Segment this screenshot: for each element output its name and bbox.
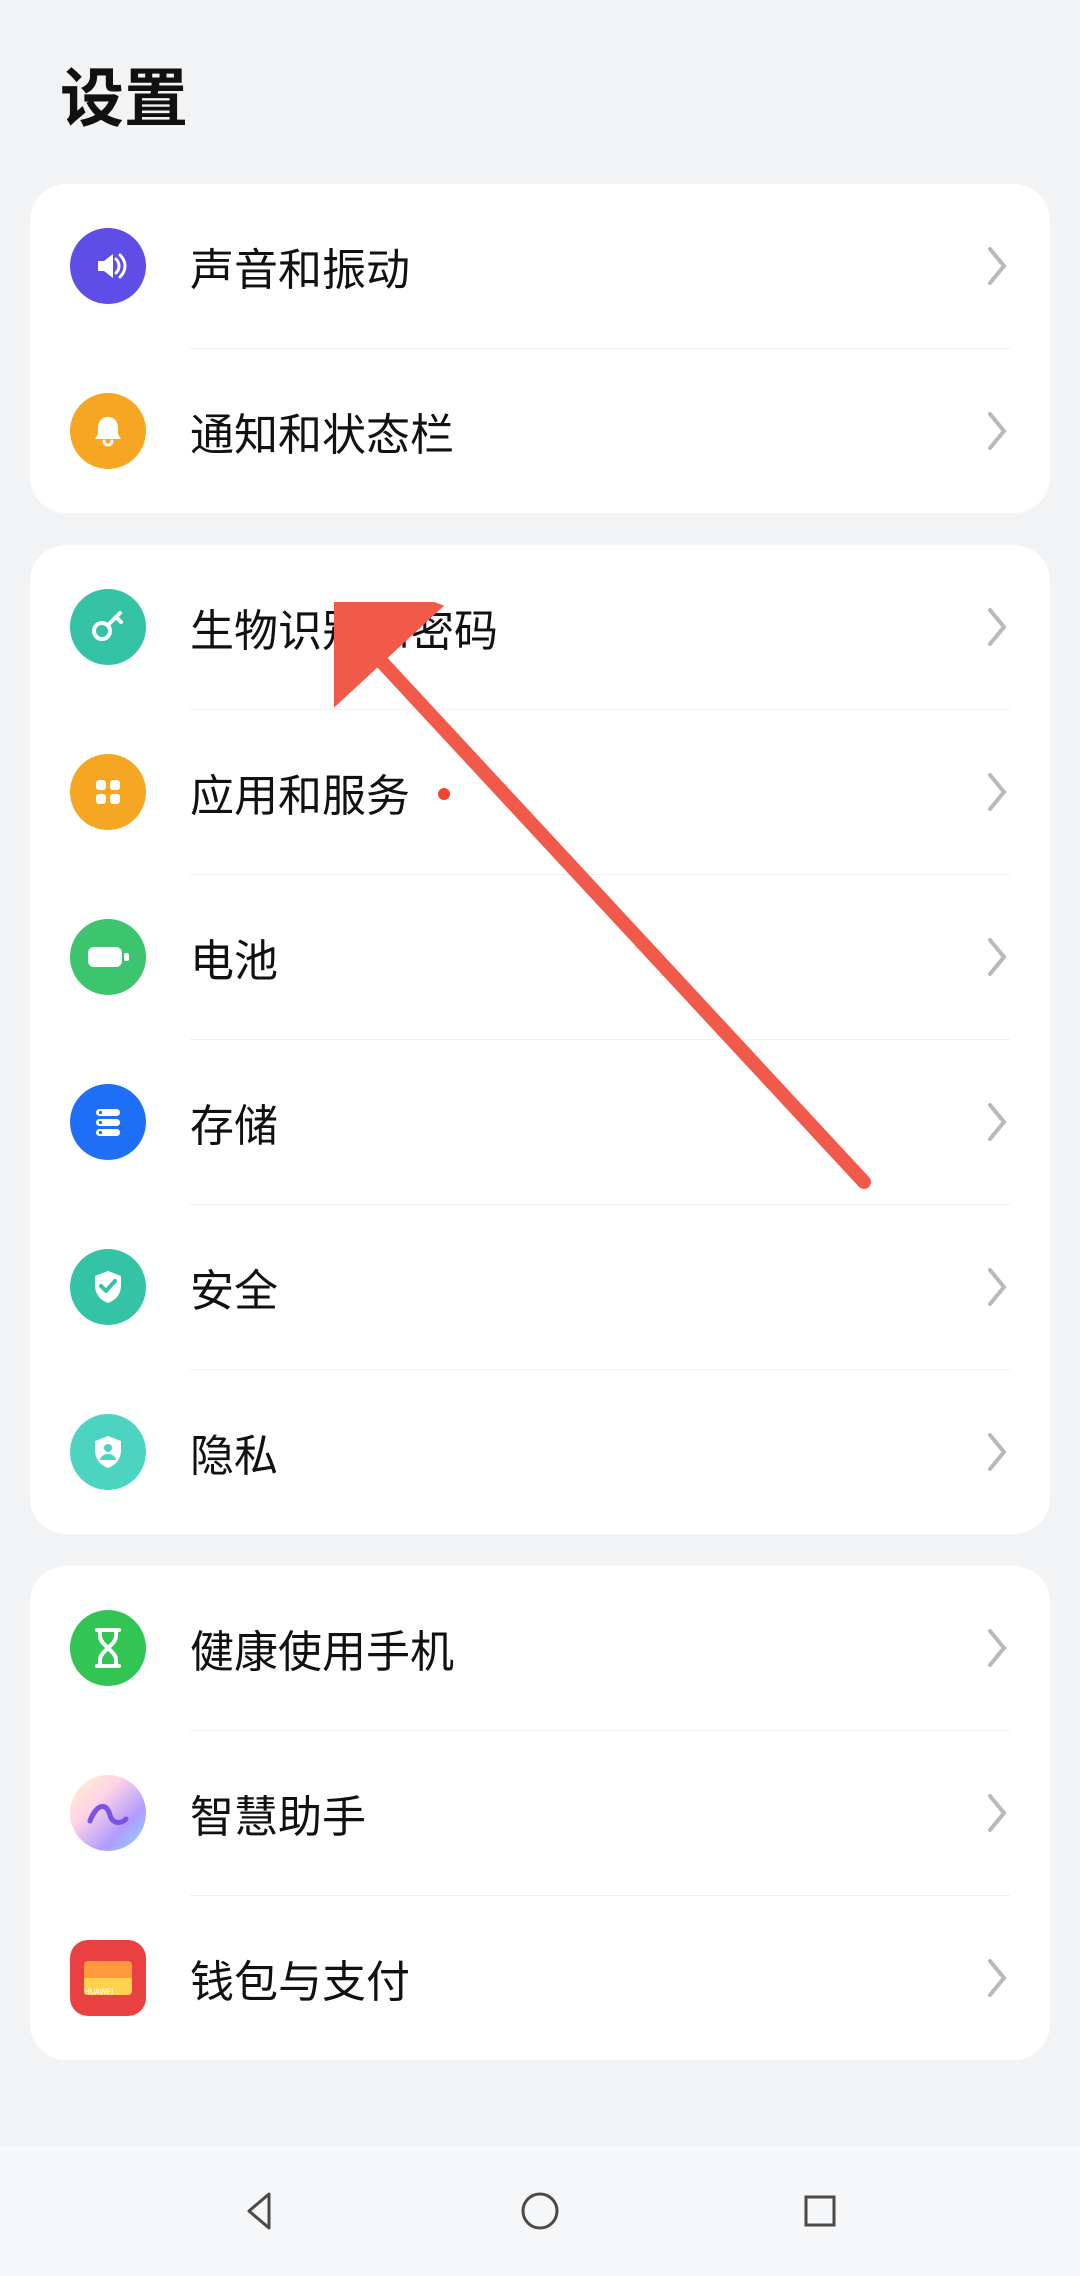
- row-storage-label: 存储: [190, 1090, 278, 1154]
- row-battery-label: 电池: [190, 925, 278, 989]
- nav-recent-button[interactable]: [775, 2166, 865, 2256]
- row-storage[interactable]: 存储: [30, 1040, 1050, 1204]
- assistant-icon: [70, 1775, 146, 1851]
- shield-check-icon: [70, 1249, 146, 1325]
- row-assist[interactable]: 智慧助手: [30, 1731, 1050, 1895]
- row-notify-label: 通知和状态栏: [190, 399, 454, 463]
- row-notify[interactable]: 通知和状态栏: [30, 349, 1050, 513]
- system-nav-bar: [0, 2146, 1080, 2276]
- row-biometrics[interactable]: 生物识别和密码: [30, 545, 1050, 709]
- wallet-icon: HUAWEI: [70, 1940, 146, 2016]
- row-apps[interactable]: 应用和服务: [30, 710, 1050, 874]
- row-assist-label: 智慧助手: [190, 1781, 366, 1845]
- row-apps-label: 应用和服务: [190, 760, 410, 824]
- row-sound[interactable]: 声音和振动: [30, 184, 1050, 348]
- page-title: 设置: [0, 0, 1080, 184]
- chevron-right-icon: [986, 936, 1010, 978]
- row-wallet-label: 钱包与支付: [190, 1946, 410, 2010]
- storage-icon: [70, 1084, 146, 1160]
- battery-icon: [70, 919, 146, 995]
- chevron-right-icon: [986, 1266, 1010, 1308]
- row-security-label: 安全: [190, 1255, 278, 1319]
- row-privacy[interactable]: 隐私: [30, 1370, 1050, 1534]
- row-biometrics-label: 生物识别和密码: [190, 595, 498, 659]
- chevron-right-icon: [986, 1101, 1010, 1143]
- row-wallet[interactable]: HUAWEI 钱包与支付: [30, 1896, 1050, 2060]
- chevron-right-icon: [986, 245, 1010, 287]
- badge-dot: [438, 788, 450, 800]
- key-icon: [70, 589, 146, 665]
- nav-back-button[interactable]: [215, 2166, 305, 2256]
- apps-icon: [70, 754, 146, 830]
- sound-icon: [70, 228, 146, 304]
- nav-home-button[interactable]: [495, 2166, 585, 2256]
- chevron-right-icon: [986, 1627, 1010, 1669]
- chevron-right-icon: [986, 1792, 1010, 1834]
- row-digital[interactable]: 健康使用手机: [30, 1566, 1050, 1730]
- settings-group-1: 声音和振动 通知和状态栏: [30, 184, 1050, 513]
- row-digital-label: 健康使用手机: [190, 1616, 454, 1680]
- row-privacy-label: 隐私: [190, 1420, 278, 1484]
- chevron-right-icon: [986, 1957, 1010, 1999]
- wallet-brand-label: HUAWEI: [84, 1985, 113, 1997]
- chevron-right-icon: [986, 1431, 1010, 1473]
- row-battery[interactable]: 电池: [30, 875, 1050, 1039]
- hourglass-icon: [70, 1610, 146, 1686]
- row-sound-label: 声音和振动: [190, 234, 410, 298]
- bell-icon: [70, 393, 146, 469]
- chevron-right-icon: [986, 606, 1010, 648]
- shield-user-icon: [70, 1414, 146, 1490]
- chevron-right-icon: [986, 410, 1010, 452]
- settings-group-2: 生物识别和密码 应用和服务 电池: [30, 545, 1050, 1534]
- row-security[interactable]: 安全: [30, 1205, 1050, 1369]
- settings-group-3: 健康使用手机 智慧助手 HUAWEI 钱包与支付: [30, 1566, 1050, 2060]
- chevron-right-icon: [986, 771, 1010, 813]
